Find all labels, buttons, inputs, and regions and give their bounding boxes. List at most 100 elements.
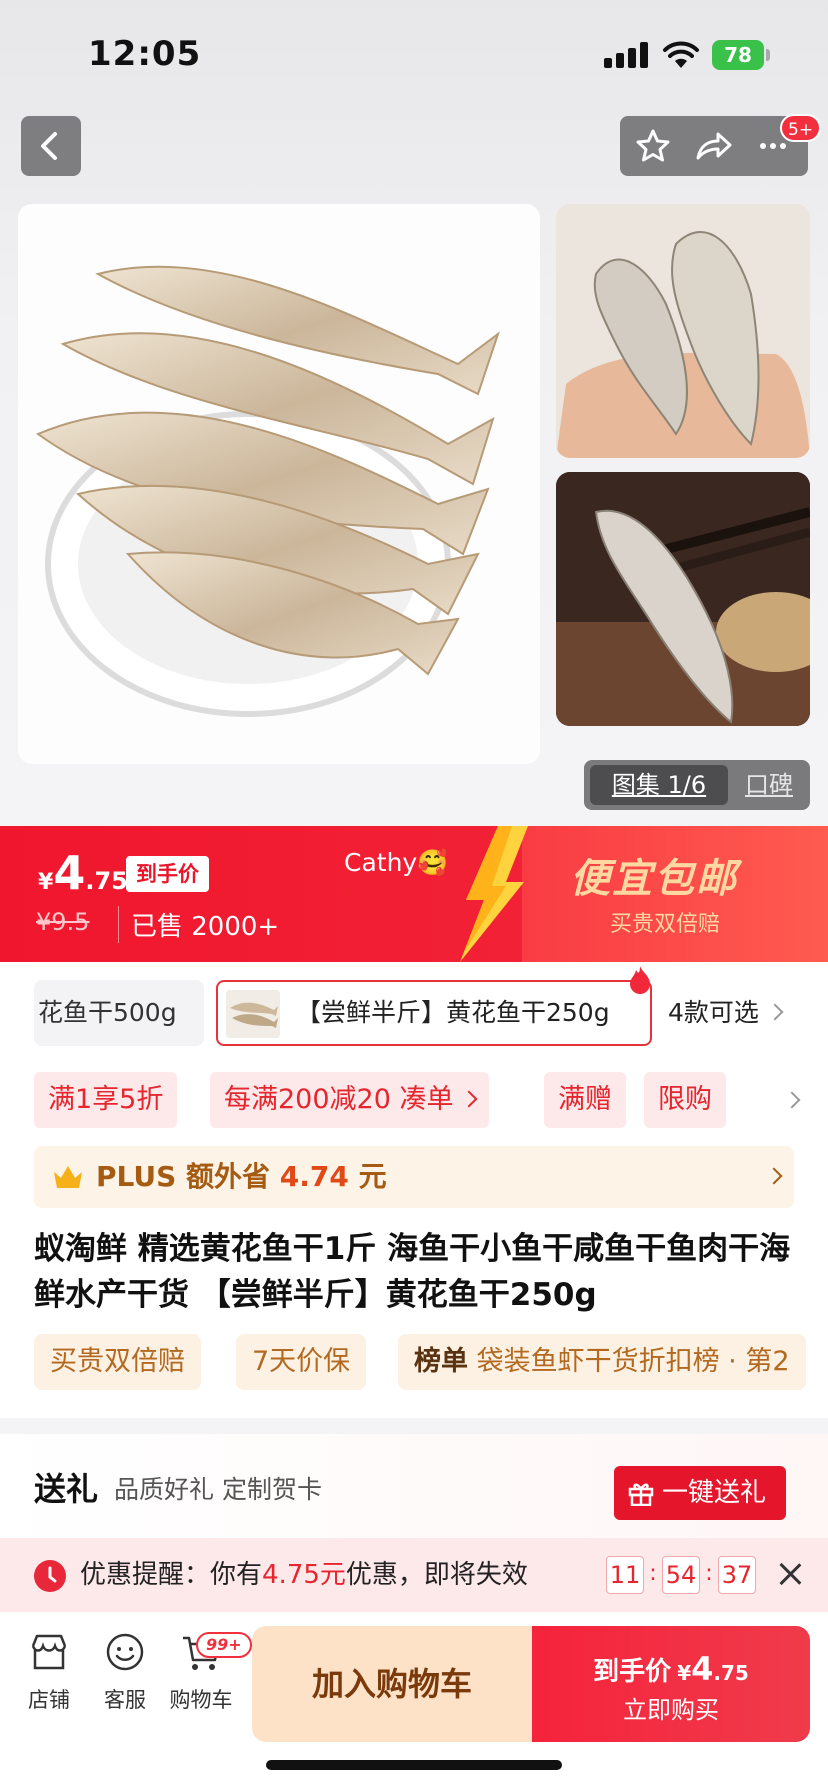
ranking-tag[interactable]: 榜单 袋装鱼虾干货折扣榜 · 第2 bbox=[398, 1334, 806, 1390]
chevron-right-icon bbox=[460, 1090, 478, 1108]
original-price: ¥9.5 bbox=[36, 908, 90, 936]
fire-icon bbox=[630, 966, 650, 994]
buy-price-decimal: .75 bbox=[713, 1661, 749, 1685]
price-currency: ¥ bbox=[38, 870, 54, 895]
product-title: 蚁淘鲜 精选黄花鱼干1斤 海鱼干小鱼干咸鱼干鱼肉干海鲜水产干货 【尝鲜半斤】黄花… bbox=[34, 1231, 791, 1313]
final-price: ¥4.75 bbox=[38, 846, 128, 900]
clock-icon bbox=[34, 1560, 66, 1592]
chevron-right-icon bbox=[765, 1167, 783, 1185]
gift-icon bbox=[628, 1483, 654, 1506]
plus-prefix: PLUS 额外省 bbox=[96, 1160, 280, 1193]
battery-tip bbox=[766, 49, 770, 61]
overlay-text: Cathy🥰 bbox=[344, 848, 449, 877]
plus-savings-bar[interactable]: PLUS 额外省 4.74 元 bbox=[34, 1146, 794, 1208]
status-time: 12:05 bbox=[88, 34, 202, 74]
sold-count: 已售 2000+ bbox=[118, 906, 279, 943]
promo-panel: 便宜包邮 买贵双倍赔 bbox=[522, 826, 828, 962]
share-icon bbox=[696, 132, 732, 160]
gallery-tabs: 图集 1/6 口碑 bbox=[584, 760, 810, 810]
chevron-left-icon bbox=[41, 132, 57, 160]
chevron-right-icon bbox=[766, 1003, 784, 1021]
promo-tags: 满1享5折 每满200减20 凑单 满赠 限购 bbox=[0, 1072, 828, 1128]
promo-tag-gift[interactable]: 满赠 bbox=[544, 1072, 626, 1128]
buy-currency: ¥ bbox=[677, 1661, 692, 1685]
service-tag-price-protect[interactable]: 7天价保 bbox=[236, 1334, 367, 1390]
status-bar: 12:05 78 bbox=[0, 0, 828, 100]
cart-badge: 99+ bbox=[196, 1632, 252, 1658]
thumbnail-image-hand[interactable] bbox=[556, 204, 810, 458]
promo-tag-threshold-label: 每满200减20 凑单 bbox=[224, 1084, 454, 1115]
bottom-action-bar: 店铺 客服 购物车 99+ 加入购物车 到手价 ¥4.75 立即购买 bbox=[0, 1612, 828, 1792]
reminder-text: 优惠提醒：你有4.75元优惠，即将失效 bbox=[80, 1538, 528, 1612]
nav-store-label: 店铺 bbox=[28, 1688, 70, 1712]
price-decimal: .75 bbox=[85, 867, 128, 895]
send-gift-label: 一键送礼 bbox=[662, 1478, 767, 1508]
favorite-button[interactable] bbox=[624, 116, 682, 176]
sku-more-label: 4款可选 bbox=[668, 998, 759, 1027]
nav-customer-service[interactable]: 客服 bbox=[90, 1630, 160, 1714]
crown-icon bbox=[54, 1166, 82, 1188]
gift-section: 送礼 品质好礼 定制贺卡 一键送礼 bbox=[0, 1434, 828, 1538]
price-banner: ¥4.75 到手价 ¥9.5 已售 2000+ Cathy🥰 便宜包邮 买贵双倍… bbox=[0, 826, 828, 962]
nav-cart-label: 购物车 bbox=[169, 1688, 233, 1712]
store-icon bbox=[31, 1634, 67, 1670]
service-tag-price-match[interactable]: 买贵双倍赔 bbox=[34, 1334, 201, 1390]
ranking-text: 袋装鱼虾干货折扣榜 · 第2 bbox=[468, 1346, 790, 1377]
section-divider bbox=[0, 1418, 828, 1434]
add-to-cart-button[interactable]: 加入购物车 bbox=[252, 1626, 532, 1742]
sku-more-options[interactable]: 4款可选 bbox=[668, 980, 784, 1046]
buy-price-label: 到手价 bbox=[593, 1657, 672, 1687]
timer-separator: : bbox=[705, 1561, 713, 1586]
service-tags: 买贵双倍赔 7天价保 榜单 袋装鱼虾干货折扣榜 · 第2 bbox=[0, 1334, 828, 1390]
nav-store[interactable]: 店铺 bbox=[14, 1630, 84, 1714]
send-gift-button[interactable]: 一键送礼 bbox=[614, 1466, 786, 1520]
buy-now-label: 立即购买 bbox=[623, 1696, 719, 1724]
chevron-right-icon[interactable] bbox=[783, 1091, 801, 1109]
sku-option-250g[interactable]: 【尝鲜半斤】黄花鱼干250g bbox=[216, 980, 652, 1046]
sku-selector: 花鱼干500g 【尝鲜半斤】黄花鱼干250g 4款可选 bbox=[0, 974, 828, 1054]
thumbnail-image-chopsticks[interactable] bbox=[556, 472, 810, 726]
back-button[interactable] bbox=[21, 116, 81, 176]
chat-face-icon bbox=[106, 1633, 144, 1671]
home-indicator bbox=[266, 1760, 562, 1770]
tab-gallery[interactable]: 图集 1/6 bbox=[590, 765, 728, 805]
buy-price-line: 到手价 ¥4.75 bbox=[532, 1650, 810, 1688]
buy-price-integer: 4 bbox=[691, 1650, 714, 1688]
tab-reviews[interactable]: 口碑 bbox=[734, 765, 804, 805]
battery-icon: 78 bbox=[712, 40, 764, 70]
timer-separator: : bbox=[649, 1561, 657, 1586]
dried-fish-illustration bbox=[35, 265, 500, 717]
fish-in-hand-illustration bbox=[556, 204, 810, 458]
main-product-image[interactable] bbox=[18, 204, 540, 764]
lightning-icon bbox=[460, 826, 528, 962]
more-badge: 5+ bbox=[780, 114, 822, 142]
share-button[interactable] bbox=[684, 116, 742, 176]
timer-seconds: 37 bbox=[718, 1556, 756, 1594]
promo-subtitle: 买贵双倍赔 bbox=[610, 912, 721, 937]
promo-tag-discount[interactable]: 满1享5折 bbox=[34, 1072, 178, 1128]
fish-thumbnail-illustration bbox=[230, 1002, 278, 1028]
timer-hours: 11 bbox=[606, 1556, 644, 1594]
promo-title: 便宜包邮 bbox=[570, 856, 738, 902]
discount-reminder: 优惠提醒：你有4.75元优惠，即将失效 11 : 54 : 37 bbox=[0, 1538, 828, 1612]
price-integer: 4 bbox=[53, 846, 86, 900]
close-icon[interactable] bbox=[776, 1560, 804, 1588]
sku-thumbnail bbox=[226, 990, 280, 1038]
promo-tag-limit[interactable]: 限购 bbox=[644, 1072, 726, 1128]
price-tag: 到手价 bbox=[126, 856, 209, 892]
gift-title: 送礼 bbox=[34, 1470, 99, 1508]
promo-tag-threshold[interactable]: 每满200减20 凑单 bbox=[210, 1072, 490, 1128]
plus-suffix: 元 bbox=[348, 1160, 387, 1193]
fish-chopsticks-illustration bbox=[556, 472, 810, 726]
plus-amount: 4.74 bbox=[279, 1160, 349, 1193]
nav-service-label: 客服 bbox=[104, 1688, 146, 1712]
timer-minutes: 54 bbox=[662, 1556, 700, 1594]
plus-savings-text: PLUS 额外省 4.74 元 bbox=[96, 1146, 387, 1208]
sku-label: 【尝鲜半斤】黄花鱼干250g bbox=[296, 998, 610, 1027]
sku-option-500g[interactable]: 花鱼干500g bbox=[34, 980, 204, 1046]
reminder-prefix: 优惠提醒：你有 bbox=[80, 1560, 263, 1590]
signal-icon bbox=[604, 42, 648, 68]
ranking-label: 榜单 bbox=[414, 1346, 468, 1377]
star-icon bbox=[636, 129, 670, 162]
buy-now-button[interactable]: 到手价 ¥4.75 立即购买 bbox=[532, 1626, 810, 1742]
